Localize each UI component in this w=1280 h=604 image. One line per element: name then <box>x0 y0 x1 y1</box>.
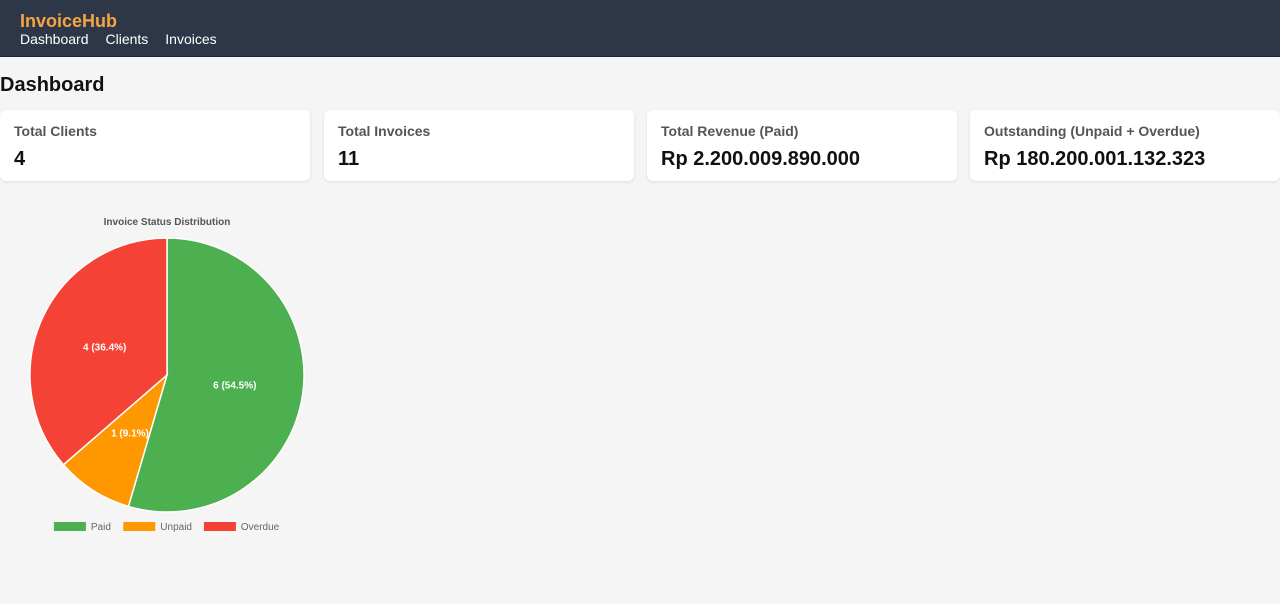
page-title: Dashboard <box>0 74 105 96</box>
brand-logo[interactable]: InvoiceHub <box>20 10 117 32</box>
stat-value: 4 <box>14 148 26 170</box>
stat-value: 11 <box>338 148 360 170</box>
legend-swatch-unpaid[interactable] <box>123 522 156 531</box>
nav-clients-link[interactable]: Clients <box>106 31 149 48</box>
pie-chart-svg: Invoice Status Distribution 6 (54.5%) 1 (… <box>29 217 305 533</box>
legend-label-unpaid[interactable]: Unpaid <box>160 522 192 533</box>
stat-card-total-clients: Total Clients 4 <box>0 110 310 181</box>
stat-label: Total Revenue (Paid) <box>661 123 799 139</box>
legend-swatch-overdue[interactable] <box>203 522 236 531</box>
chart-legend: Paid Unpaid Overdue <box>53 522 280 533</box>
chart-title: Invoice Status Distribution <box>104 217 231 228</box>
stat-label: Outstanding (Unpaid + Overdue) <box>984 123 1200 139</box>
legend-swatch-paid[interactable] <box>53 522 86 531</box>
top-navbar: InvoiceHub Dashboard Clients Invoices <box>0 0 1280 57</box>
legend-label-overdue[interactable]: Overdue <box>241 522 280 533</box>
nav-invoices-link[interactable]: Invoices <box>165 31 216 48</box>
pie-slice-label: 1 (9.1%) <box>111 429 149 440</box>
stat-card-outstanding: Outstanding (Unpaid + Overdue) Rp 180.20… <box>970 110 1280 181</box>
pie-slices <box>29 237 305 513</box>
pie-slice-label: 4 (36.4%) <box>83 343 126 354</box>
main-nav: Dashboard Clients Invoices <box>20 31 234 48</box>
stat-label: Total Invoices <box>338 123 431 139</box>
stat-card-total-revenue: Total Revenue (Paid) Rp 2.200.009.890.00… <box>647 110 957 181</box>
legend-label-paid[interactable]: Paid <box>91 522 111 533</box>
stat-label: Total Clients <box>14 123 97 139</box>
pie-slice-label: 6 (54.5%) <box>213 381 256 392</box>
nav-dashboard-link[interactable]: Dashboard <box>20 31 89 48</box>
stat-value: Rp 2.200.009.890.000 <box>661 148 861 170</box>
invoice-status-chart: Invoice Status Distribution 6 (54.5%) 1 (… <box>0 205 340 545</box>
stat-card-total-invoices: Total Invoices 11 <box>324 110 634 181</box>
stat-value: Rp 180.200.001.132.323 <box>984 148 1206 170</box>
